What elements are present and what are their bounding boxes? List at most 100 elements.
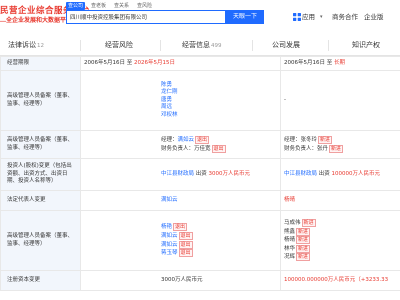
app-grid-icon[interactable]: [293, 13, 301, 21]
search-tab-risk[interactable]: 查风险: [135, 2, 154, 10]
table-row: 投资人(股权)变更（包括出资额、出资方式、出资日期、投资人名称等） 中江县财政局…: [0, 158, 400, 191]
role-prefix: 财务负责人：: [284, 145, 318, 152]
term-end: 长期: [334, 59, 346, 66]
search-tab-relation[interactable]: 查关系: [112, 2, 131, 10]
nav-business-cooperation[interactable]: 商务合作: [332, 12, 358, 22]
status-badge: 退出: [178, 249, 193, 258]
before-value: 3000万人民币元: [80, 270, 281, 291]
nav-enterprise-edition[interactable]: 企业版: [364, 12, 384, 22]
search-type-tabs: 查公司 查老板 查关系 查风险: [66, 2, 154, 10]
table-row: 注册资本变更 3000万人民币元 100000.000000万人民币元（+323…: [0, 270, 400, 291]
tab-legal[interactable]: 法律诉讼12: [8, 36, 44, 56]
tab-ip[interactable]: 知识产权: [352, 36, 380, 56]
invest-amount: 100000万人民币元: [331, 170, 381, 177]
term-start: 2006年5月16日: [84, 59, 125, 66]
after-value: 经理：张冬玲 新进 财务负责人：张丹 新进: [280, 130, 400, 159]
person-name: 张冬玲: [300, 136, 318, 143]
before-value: 杨艳 退出 满如云 退出 满如云 退出 蒋玉琴 退出: [80, 210, 281, 271]
table-row: 经营期限 2006年5月16日 至 2026年5月15日 2006年5月16日 …: [0, 56, 400, 71]
person-link[interactable]: 唐勇: [161, 97, 277, 105]
role-prefix: 经理：: [161, 136, 178, 143]
before-value: 中江县财政局 出资 3000万人民币元: [80, 158, 281, 191]
status-badge: 退出: [178, 231, 193, 240]
search-button[interactable]: 天眼一下: [226, 10, 264, 24]
status-badge: 退出: [178, 240, 193, 249]
person-link[interactable]: 蒋玉琴: [161, 250, 178, 256]
investor-link[interactable]: 中江县财政局: [161, 171, 194, 177]
site-logo[interactable]: 民营企业综合服务平台 …全企业发展和大数据平台: [0, 6, 91, 28]
row-label: 投资人(股权)变更（包括出资额、出资方式、出资日期、投资人名称等）: [0, 158, 81, 191]
tab-divider: [328, 40, 329, 51]
status-badge: 新进: [301, 219, 316, 228]
row-label: 经营期限: [0, 56, 81, 71]
before-value: 陈勇 龙仁刚 唐勇 周远 邓权林: [80, 70, 281, 131]
row-label: 高级管理人员备案（董事、监事、经理等）: [0, 210, 81, 271]
person-link[interactable]: 陈勇: [161, 82, 277, 90]
person-name: 熊鑫: [284, 228, 296, 235]
person-link[interactable]: 满如云: [178, 137, 195, 143]
person-name: 杨晴: [284, 237, 296, 244]
chevron-down-icon[interactable]: ▾: [320, 12, 323, 22]
tab-company-development[interactable]: 公司发展: [272, 36, 300, 56]
section-tabs: 法律诉讼12 经营风险 经营信息499 公司发展 知识产权: [0, 36, 400, 56]
person-link[interactable]: 周远: [161, 104, 277, 112]
tab-operating-risk-label: 经营风险: [105, 41, 133, 49]
person-name: 万佳宽: [194, 145, 211, 152]
role-prefix: 经理：: [284, 136, 301, 143]
logo-line-1: 民营企业综合服务平台: [0, 6, 91, 16]
tab-divider: [80, 40, 81, 51]
search-tab-company[interactable]: 查公司: [66, 2, 86, 10]
after-value: -: [280, 70, 400, 131]
tab-divider: [160, 40, 161, 51]
table-row: 法定代表人变更 满如云 杨晴: [0, 190, 400, 211]
tab-operating-info[interactable]: 经营信息499: [182, 36, 222, 56]
person-link[interactable]: 满如云: [161, 233, 178, 239]
tab-operating-info-label: 经营信息: [182, 41, 210, 49]
term-separator: 至: [126, 59, 133, 66]
person-link[interactable]: 邓权林: [161, 112, 277, 120]
status-badge: 新进: [296, 227, 311, 236]
app-menu-label[interactable]: 应用: [302, 12, 315, 22]
tab-divider: [252, 40, 253, 51]
after-value[interactable]: 杨晴: [280, 190, 400, 211]
table-row: 高级管理人员备案（董事、监事、经理等） 陈勇 龙仁刚 唐勇 周远 邓权林 -: [0, 70, 400, 131]
before-value: 2006年5月16日 至 2026年5月15日: [80, 56, 281, 71]
before-value[interactable]: 满如云: [80, 190, 281, 211]
tab-operating-risk[interactable]: 经营风险: [105, 36, 133, 56]
term-separator: 至: [326, 59, 333, 66]
table-row: 高级管理人员备案（董事、监事、经理等） 经理：满如云 退出 财务负责人：万佳宽 退出…: [0, 130, 400, 159]
status-badge: 退出: [195, 135, 210, 144]
before-value: 经理：满如云 退出 财务负责人：万佳宽 退出: [80, 130, 281, 159]
invest-text: 出资: [195, 170, 207, 177]
status-badge: 新进: [318, 135, 333, 144]
person-link[interactable]: 满如云: [161, 242, 178, 248]
search-tab-boss[interactable]: 查老板: [89, 2, 108, 10]
role-prefix: 财务负责人：: [161, 145, 195, 152]
search-input[interactable]: [67, 11, 225, 23]
table-row: 高级管理人员备案（董事、监事、经理等） 杨艳 退出 满如云 退出 满如云 退出 蒋玉琴…: [0, 210, 400, 271]
status-badge: 退出: [173, 223, 188, 232]
tab-company-development-label: 公司发展: [272, 41, 300, 49]
logo-line-2: …全企业发展和大数据平台: [0, 17, 73, 24]
tab-operating-info-count: 499: [211, 43, 222, 49]
person-name: 张丹: [317, 145, 329, 152]
status-badge: 退出: [211, 144, 226, 153]
status-badge: 新进: [296, 244, 311, 253]
row-label: 高级管理人员备案（董事、监事、经理等）: [0, 130, 81, 159]
person-name: 况辉: [284, 254, 296, 261]
person-name: 马成伟: [284, 220, 301, 227]
row-label: 高级管理人员备案（董事、监事、经理等）: [0, 70, 81, 131]
term-start: 2006年5月16日: [284, 59, 325, 66]
person-link[interactable]: 杨艳: [161, 224, 172, 230]
top-header: 民营企业综合服务平台 …全企业发展和大数据平台 查公司 查老板 查关系 查风险 …: [0, 0, 400, 32]
after-value: 马成伟 新进 熊鑫 新进 杨晴 新进 林华 新进 况辉 新进: [280, 210, 400, 271]
search-box: [66, 10, 226, 24]
invest-amount: 3000万人民币元: [208, 170, 251, 177]
status-badge: 新进: [296, 236, 311, 245]
investor-link[interactable]: 中江县财政局: [284, 171, 317, 177]
person-link[interactable]: 龙仁刚: [161, 89, 277, 97]
tab-legal-label: 法律诉讼: [8, 41, 36, 49]
row-label: 注册资本变更: [0, 270, 81, 291]
status-badge: 新进: [329, 144, 344, 153]
change-records-table: 经营期限 2006年5月16日 至 2026年5月15日 2006年5月16日 …: [0, 56, 400, 291]
